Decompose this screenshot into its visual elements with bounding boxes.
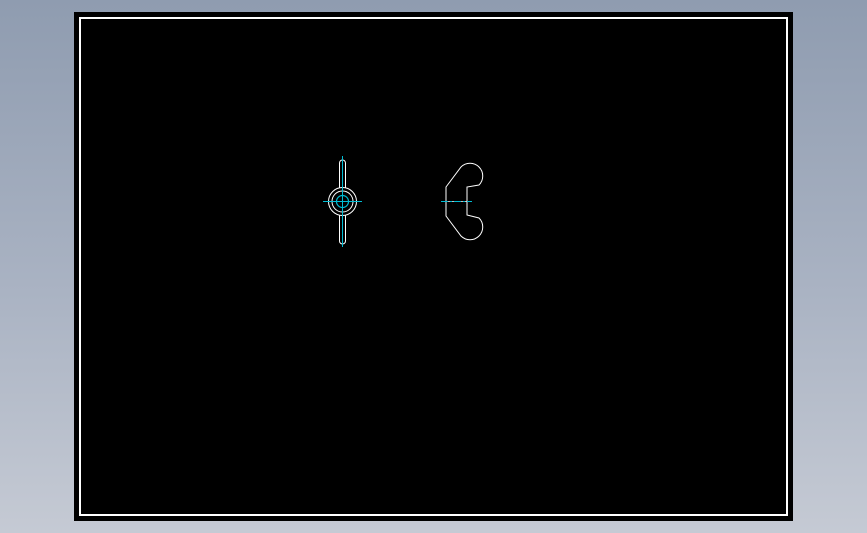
wing-nut-front-view[interactable]: [323, 156, 362, 247]
wing-nut-side-view[interactable]: [441, 162, 484, 241]
drawing-canvas: [323, 156, 484, 247]
